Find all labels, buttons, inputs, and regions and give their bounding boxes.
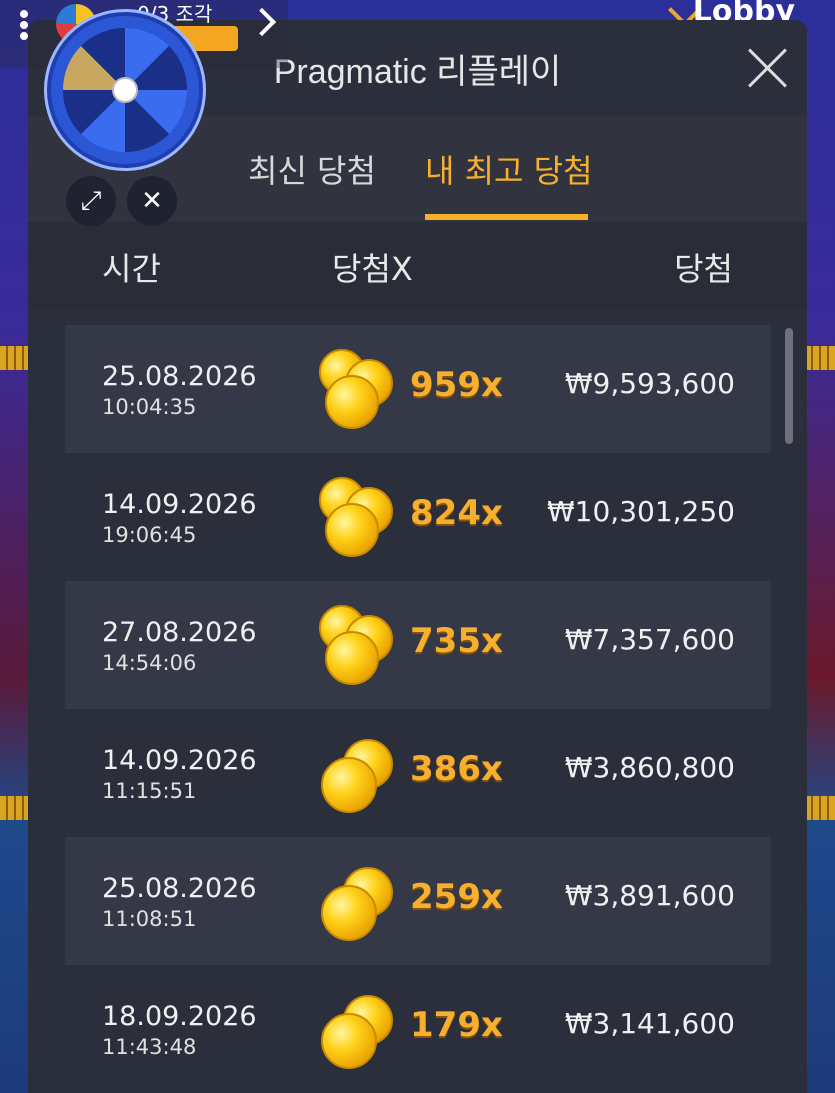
- row-multiplier: 179x: [410, 1005, 503, 1045]
- table-row[interactable]: 27.08.2026 14:54:06 735x ₩7,357,600: [65, 581, 771, 709]
- game-background-left: [0, 0, 30, 1093]
- row-time: 11:43:48: [102, 1035, 197, 1059]
- row-time: 10:04:35: [102, 395, 197, 419]
- gold-ornament-right: [805, 346, 835, 370]
- gold-coins-icon: [317, 731, 403, 817]
- row-date: 18.09.2026: [102, 1001, 257, 1032]
- gold-ornament-left: [0, 346, 30, 370]
- column-header: 시간 당첨X 당첨: [28, 222, 807, 308]
- row-multiplier: 735x: [410, 621, 503, 661]
- wins-list[interactable]: 25.08.2026 10:04:35 959x ₩9,593,600 14.0…: [28, 308, 807, 1093]
- column-win: 당첨: [674, 250, 733, 288]
- table-row[interactable]: 25.08.2026 11:08:51 259x ₩3,891,600: [65, 837, 771, 965]
- game-background-right: [805, 0, 835, 1093]
- row-multiplier: 259x: [410, 877, 503, 917]
- expand-button[interactable]: ⤢: [66, 176, 116, 226]
- row-amount: ₩10,301,250: [546, 495, 735, 528]
- gold-coins-icon: [317, 603, 403, 689]
- table-row[interactable]: 25.08.2026 10:04:35 959x ₩9,593,600: [65, 325, 771, 453]
- column-time: 시간: [102, 250, 161, 288]
- row-date: 25.08.2026: [102, 873, 257, 904]
- row-amount: ₩3,141,600: [564, 1007, 735, 1040]
- gold-coins-icon: [317, 859, 403, 945]
- table-row[interactable]: 14.09.2026 19:06:45 824x ₩10,301,250: [65, 453, 771, 581]
- row-amount: ₩7,357,600: [564, 623, 735, 656]
- close-icon[interactable]: [746, 46, 790, 90]
- gold-ornament-left-lower: [0, 796, 30, 820]
- tab-latest-wins[interactable]: 최신 당첨: [248, 146, 376, 192]
- row-multiplier: 824x: [410, 493, 503, 533]
- more-menu-icon[interactable]: [20, 10, 30, 42]
- row-multiplier: 959x: [410, 365, 503, 405]
- row-multiplier: 386x: [410, 749, 503, 789]
- list-scrollbar[interactable]: [785, 328, 793, 444]
- overlay-close-button[interactable]: ✕: [127, 176, 177, 226]
- column-multiplier: 당첨X: [332, 250, 413, 288]
- gold-ornament-right-lower: [805, 796, 835, 820]
- row-date: 27.08.2026: [102, 617, 257, 648]
- gold-coins-icon: [317, 475, 403, 561]
- expand-icon: ⤢: [80, 186, 102, 216]
- row-time: 19:06:45: [102, 523, 197, 547]
- row-time: 11:15:51: [102, 779, 197, 803]
- row-date: 25.08.2026: [102, 361, 257, 392]
- gold-coins-icon: [317, 987, 403, 1073]
- row-date: 14.09.2026: [102, 489, 257, 520]
- row-time: 14:54:06: [102, 651, 197, 675]
- prize-wheel-icon[interactable]: [44, 9, 206, 171]
- tab-my-top-wins[interactable]: 내 최고 당첨: [425, 146, 593, 192]
- row-date: 14.09.2026: [102, 745, 257, 776]
- table-row[interactable]: 14.09.2026 11:15:51 386x ₩3,860,800: [65, 709, 771, 837]
- row-time: 11:08:51: [102, 907, 197, 931]
- row-amount: ₩3,891,600: [564, 879, 735, 912]
- gold-coins-icon: [317, 347, 403, 433]
- row-amount: ₩9,593,600: [564, 367, 735, 400]
- close-icon: ✕: [141, 186, 163, 216]
- active-tab-indicator: [425, 214, 588, 220]
- row-amount: ₩3,860,800: [564, 751, 735, 784]
- table-row[interactable]: 18.09.2026 11:43:48 179x ₩3,141,600: [65, 965, 771, 1093]
